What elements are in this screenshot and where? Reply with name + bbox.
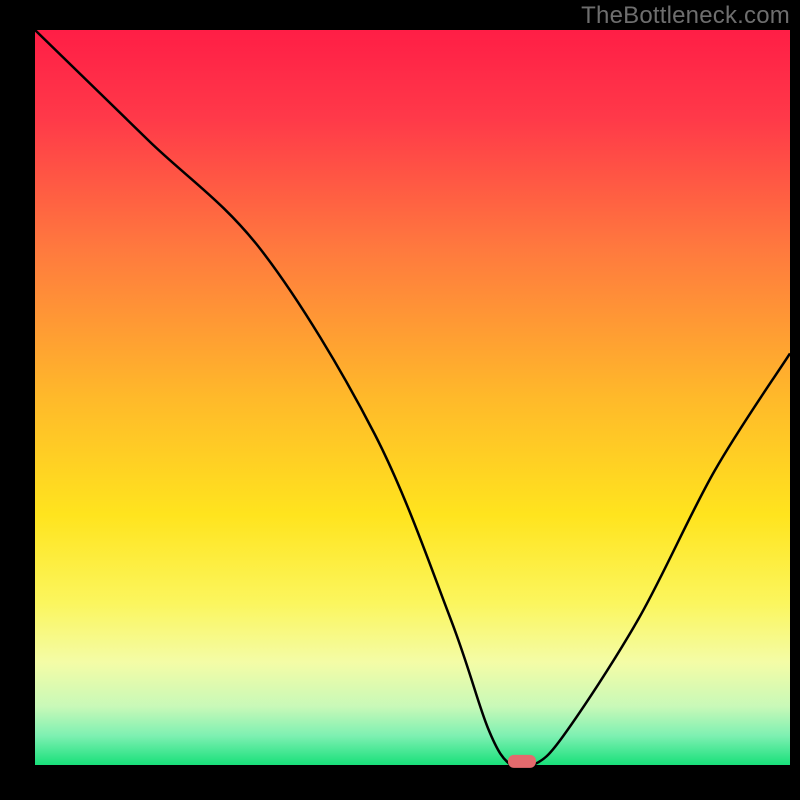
bottleneck-chart: [0, 0, 800, 800]
watermark-text: TheBottleneck.com: [581, 2, 790, 30]
chart-container: TheBottleneck.com: [0, 0, 800, 800]
optimal-point-marker: [508, 755, 536, 768]
